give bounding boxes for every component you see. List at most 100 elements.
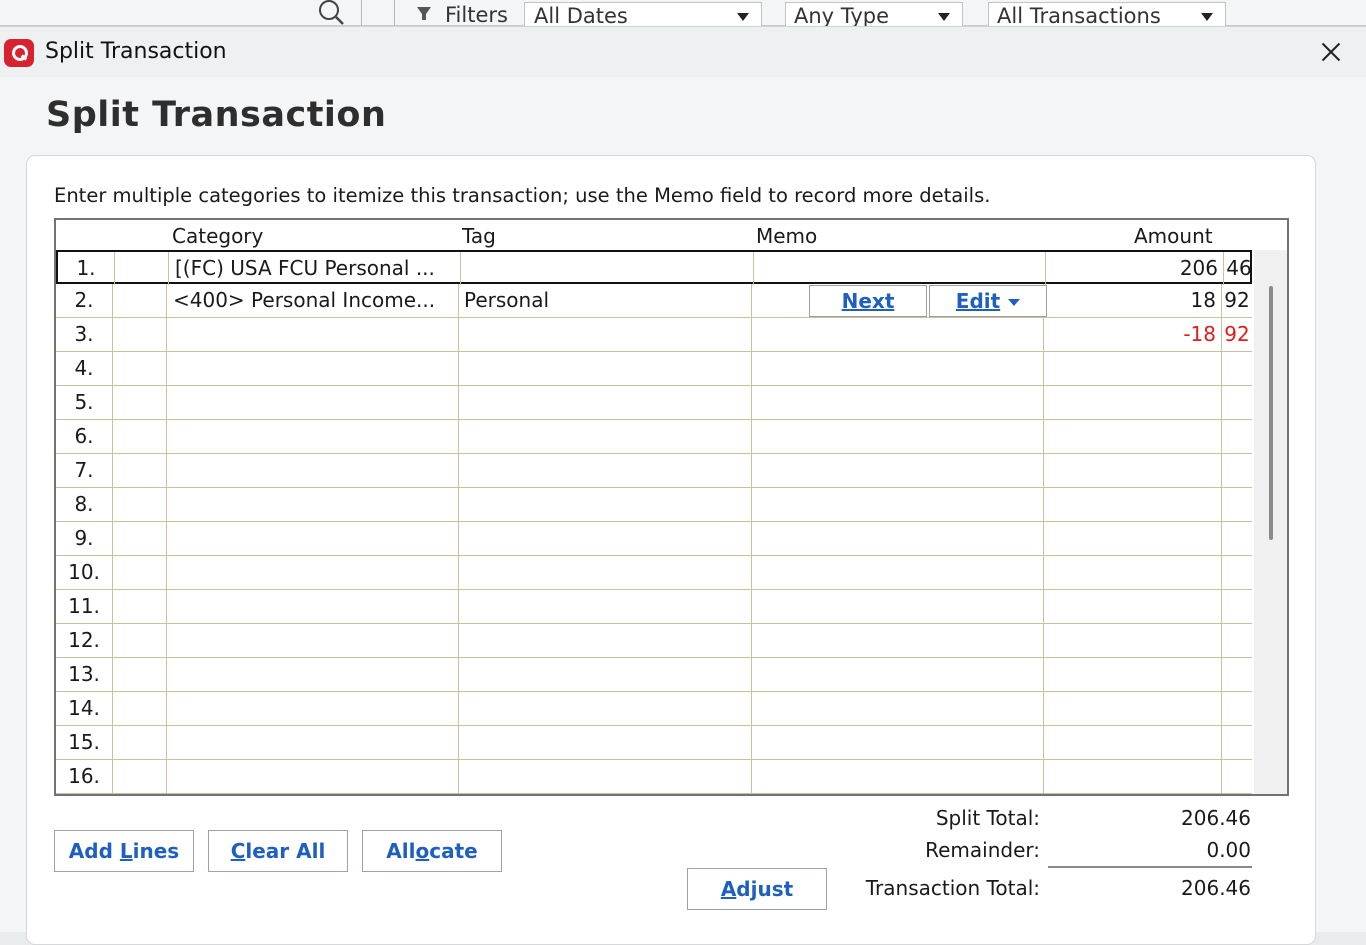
- tag-cell[interactable]: [459, 352, 752, 385]
- table-row[interactable]: 1. [(FC) USA FCU Personal ... 206 46: [56, 250, 1254, 285]
- table-row[interactable]: 4.: [56, 352, 1252, 386]
- amount-dollars-cell[interactable]: 206: [1046, 252, 1224, 285]
- amount-cents-cell[interactable]: 92: [1222, 284, 1252, 317]
- close-icon[interactable]: [1310, 35, 1350, 69]
- table-row[interactable]: 5.: [56, 386, 1252, 420]
- allocate-button[interactable]: Allocate: [362, 830, 502, 872]
- category-cell[interactable]: [167, 420, 459, 453]
- table-row[interactable]: 8.: [56, 488, 1252, 522]
- tag-cell[interactable]: [459, 760, 752, 793]
- table-row[interactable]: 12.: [56, 624, 1252, 658]
- memo-cell[interactable]: [754, 252, 1046, 285]
- amount-dollars-cell[interactable]: [1044, 760, 1222, 793]
- table-row[interactable]: 13.: [56, 658, 1252, 692]
- memo-cell[interactable]: [752, 624, 1044, 657]
- amount-cents-cell[interactable]: [1222, 352, 1252, 385]
- amount-cents-cell[interactable]: [1222, 658, 1252, 691]
- table-row[interactable]: 2. <400> Personal Income... Personal 18 92 Ne…: [56, 284, 1252, 318]
- type-dropdown[interactable]: Any Type: [785, 2, 963, 28]
- memo-cell[interactable]: [752, 726, 1044, 759]
- amount-dollars-cell[interactable]: [1044, 692, 1222, 725]
- tag-cell[interactable]: [459, 658, 752, 691]
- category-cell[interactable]: [167, 692, 459, 725]
- memo-cell[interactable]: [752, 522, 1044, 555]
- memo-cell[interactable]: [752, 556, 1044, 589]
- memo-cell[interactable]: [752, 658, 1044, 691]
- amount-cents-cell[interactable]: [1222, 488, 1252, 521]
- amount-dollars-cell[interactable]: [1044, 590, 1222, 623]
- tag-cell[interactable]: [459, 692, 752, 725]
- table-row[interactable]: 14.: [56, 692, 1252, 726]
- tag-cell[interactable]: [459, 726, 752, 759]
- memo-cell[interactable]: [752, 352, 1044, 385]
- table-row[interactable]: 10.: [56, 556, 1252, 590]
- memo-cell[interactable]: [752, 420, 1044, 453]
- table-row[interactable]: 9.: [56, 522, 1252, 556]
- header-amount[interactable]: Amount: [1134, 224, 1213, 248]
- tag-cell[interactable]: [459, 556, 752, 589]
- category-cell[interactable]: [167, 760, 459, 793]
- category-cell[interactable]: [167, 726, 459, 759]
- amount-dollars-cell[interactable]: [1044, 488, 1222, 521]
- amount-cents-cell[interactable]: [1222, 692, 1252, 725]
- tag-cell[interactable]: [459, 624, 752, 657]
- category-cell[interactable]: [167, 352, 459, 385]
- edit-button[interactable]: Edit: [929, 285, 1047, 317]
- amount-dollars-cell[interactable]: [1044, 352, 1222, 385]
- table-row[interactable]: 15.: [56, 726, 1252, 760]
- tag-cell[interactable]: [459, 386, 752, 419]
- table-row[interactable]: 11.: [56, 590, 1252, 624]
- amount-cents-cell[interactable]: 46: [1224, 252, 1254, 285]
- memo-cell[interactable]: [752, 318, 1044, 351]
- amount-cents-cell[interactable]: [1222, 590, 1252, 623]
- header-tag[interactable]: Tag: [462, 224, 496, 248]
- category-cell[interactable]: [167, 488, 459, 521]
- category-cell[interactable]: [(FC) USA FCU Personal ...: [169, 252, 461, 285]
- category-cell[interactable]: [167, 624, 459, 657]
- scrollbar-thumb[interactable]: [1269, 286, 1273, 540]
- amount-dollars-cell[interactable]: [1044, 420, 1222, 453]
- table-row[interactable]: 6.: [56, 420, 1252, 454]
- amount-dollars-cell[interactable]: [1044, 522, 1222, 555]
- header-memo[interactable]: Memo: [756, 224, 817, 248]
- amount-cents-cell[interactable]: [1222, 522, 1252, 555]
- vertical-scrollbar[interactable]: [1254, 250, 1287, 794]
- table-row[interactable]: 7.: [56, 454, 1252, 488]
- next-button[interactable]: Next: [809, 285, 927, 317]
- search-icon[interactable]: [316, 0, 346, 26]
- amount-cents-cell[interactable]: [1222, 420, 1252, 453]
- category-cell[interactable]: [167, 454, 459, 487]
- amount-dollars-cell[interactable]: 18: [1044, 284, 1222, 317]
- clear-all-button[interactable]: Clear All: [208, 830, 348, 872]
- amount-dollars-cell[interactable]: -18: [1044, 318, 1222, 351]
- amount-dollars-cell[interactable]: [1044, 386, 1222, 419]
- amount-cents-cell[interactable]: [1222, 624, 1252, 657]
- amount-cents-cell[interactable]: [1222, 386, 1252, 419]
- tag-cell[interactable]: [461, 252, 754, 285]
- amount-cents-cell[interactable]: 92: [1222, 318, 1252, 351]
- dates-dropdown[interactable]: All Dates: [524, 2, 762, 28]
- header-category[interactable]: Category: [172, 224, 263, 248]
- amount-cents-cell[interactable]: [1222, 726, 1252, 759]
- amount-dollars-cell[interactable]: [1044, 658, 1222, 691]
- table-row[interactable]: 16.: [56, 760, 1252, 794]
- tag-cell[interactable]: [459, 420, 752, 453]
- memo-cell[interactable]: [752, 488, 1044, 521]
- memo-cell[interactable]: [752, 760, 1044, 793]
- add-lines-button[interactable]: Add Lines: [54, 830, 194, 872]
- amount-dollars-cell[interactable]: [1044, 726, 1222, 759]
- title-bar[interactable]: Split Transaction: [0, 27, 1366, 77]
- table-row[interactable]: 3. -18 92: [56, 318, 1252, 352]
- tag-cell[interactable]: [459, 454, 752, 487]
- memo-cell[interactable]: [752, 454, 1044, 487]
- category-cell[interactable]: [167, 590, 459, 623]
- tag-cell[interactable]: [459, 590, 752, 623]
- category-cell[interactable]: [167, 522, 459, 555]
- amount-dollars-cell[interactable]: [1044, 624, 1222, 657]
- category-cell[interactable]: [167, 386, 459, 419]
- tag-cell[interactable]: [459, 488, 752, 521]
- amount-cents-cell[interactable]: [1222, 454, 1252, 487]
- category-cell[interactable]: [167, 318, 459, 351]
- amount-cents-cell[interactable]: [1222, 556, 1252, 589]
- category-cell[interactable]: [167, 658, 459, 691]
